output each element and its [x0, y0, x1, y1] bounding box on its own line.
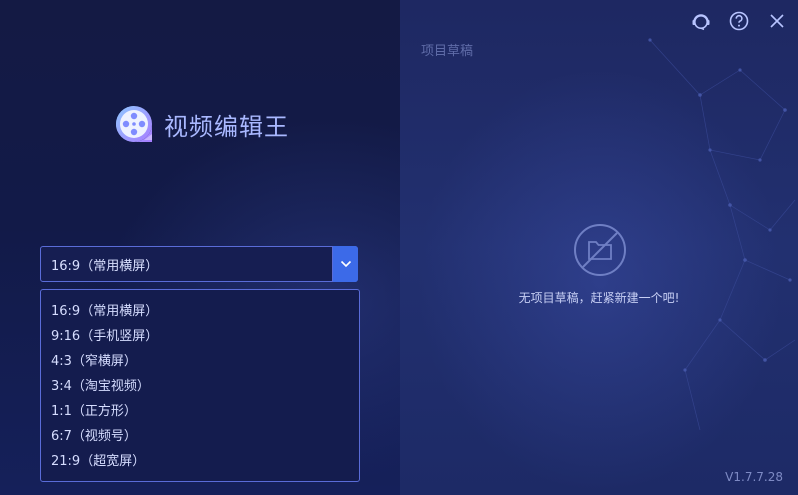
close-icon[interactable] — [766, 10, 788, 32]
aspect-option-16-9[interactable]: 16:9（常用横屏） — [41, 299, 359, 324]
app-window: 视频编辑王 16:9（常用横屏） 16:9（常用横屏） 9:16（手机竖屏） 4… — [0, 0, 798, 495]
aspect-ratio-selected-value: 16:9（常用横屏） — [51, 258, 159, 274]
left-pane: 视频编辑王 16:9（常用横屏） 16:9（常用横屏） 9:16（手机竖屏） 4… — [0, 0, 400, 495]
version-label: V1.7.7.28 — [725, 470, 783, 484]
chevron-down-icon — [340, 260, 351, 268]
film-reel-icon — [114, 104, 154, 144]
dropdown-toggle[interactable] — [332, 246, 358, 282]
aspect-ratio-dropdown: 16:9（常用横屏） 9:16（手机竖屏） 4:3（窄横屏） 3:4（淘宝视频）… — [40, 289, 360, 482]
window-controls — [674, 10, 788, 32]
app-logo: 视频编辑王 — [114, 104, 289, 144]
aspect-option-9-16[interactable]: 9:16（手机竖屏） — [41, 324, 359, 349]
headset-icon[interactable] — [690, 10, 712, 32]
aspect-ratio-select[interactable]: 16:9（常用横屏） — [40, 246, 358, 282]
drafts-title: 项目草稿 — [421, 44, 474, 59]
aspect-option-6-7[interactable]: 6:7（视频号） — [41, 424, 359, 449]
empty-folder-icon — [573, 223, 627, 277]
help-icon[interactable] — [728, 10, 750, 32]
aspect-option-1-1[interactable]: 1:1（正方形） — [41, 399, 359, 424]
aspect-option-4-3[interactable]: 4:3（窄横屏） — [41, 349, 359, 374]
app-title: 视频编辑王 — [164, 112, 289, 141]
aspect-option-21-9[interactable]: 21:9（超宽屏） — [41, 449, 359, 474]
empty-drafts-message: 无项目草稿，赶紧新建一个吧! — [518, 291, 680, 305]
aspect-option-3-4[interactable]: 3:4（淘宝视频） — [41, 374, 359, 399]
